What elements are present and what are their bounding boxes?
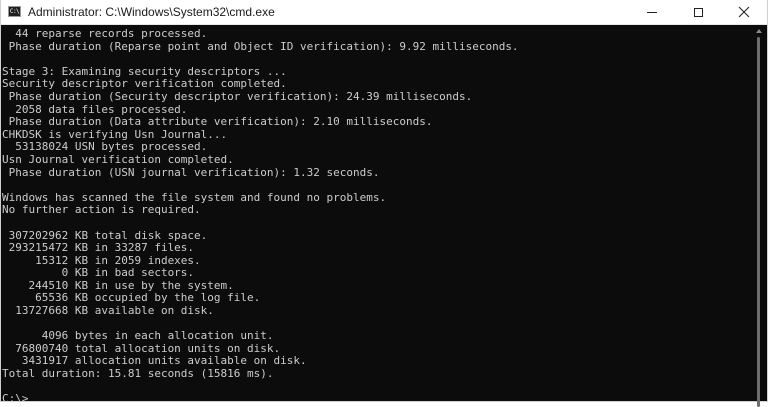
console-line: Total duration: 15.81 seconds (15816 ms)…: [2, 367, 274, 381]
close-icon: [738, 6, 750, 18]
console-line: 293215472 KB in 33287 files.: [2, 241, 195, 255]
console-output[interactable]: 44 reparse records processed. Phase dura…: [1, 25, 753, 401]
console-line: Phase duration (USN journal verification…: [2, 165, 380, 179]
console-line: Security descriptor verification complet…: [2, 77, 287, 91]
close-button[interactable]: [721, 0, 767, 24]
console-line: Phase duration (Security descriptor veri…: [2, 89, 473, 103]
console-line: 2058 data files processed.: [2, 102, 188, 116]
minimize-icon: [647, 11, 657, 13]
console-line: 4096 bytes in each allocation unit.: [2, 329, 274, 343]
console-line: No further action is required.: [2, 203, 201, 217]
scrollbar-thumb[interactable]: [757, 37, 760, 407]
console-line: 53138024 USN bytes processed.: [2, 140, 208, 154]
console-line: Phase duration (Data attribute verificat…: [2, 115, 433, 129]
minimize-button[interactable]: [629, 0, 675, 24]
console-line: 13727668 KB available on disk.: [2, 304, 214, 318]
console-line: 15312 KB in 2059 indexes.: [2, 253, 201, 267]
console-line: 3431917 allocation units available on di…: [2, 354, 307, 368]
maximize-icon: [693, 7, 703, 17]
window-title: Administrator: C:\Windows\System32\cmd.e…: [28, 5, 275, 19]
console-line: Windows has scanned the file system and …: [2, 190, 387, 204]
maximize-button[interactable]: [675, 0, 721, 24]
command-prompt: C:\>: [2, 392, 29, 401]
cmd-window: C:\ Administrator: C:\Windows\System32\c…: [0, 0, 768, 407]
console-line: Stage 3: Examining security descriptors …: [2, 64, 287, 78]
console-line: CHKDSK is verifying Usn Journal...: [2, 127, 228, 141]
console-text: 44 reparse records processed. Phase dura…: [1, 25, 753, 401]
cmd-app-icon[interactable]: C:\: [8, 6, 21, 17]
console-line: 76800740 total allocation units on disk.: [2, 341, 281, 355]
console-line: 44 reparse records processed.: [2, 27, 208, 40]
console-line: 244510 KB in use by the system.: [2, 278, 234, 292]
scroll-up-arrow-icon[interactable]: [756, 29, 762, 33]
console-line: 65536 KB occupied by the log file.: [2, 291, 261, 305]
console-line: Phase duration (Reparse point and Object…: [2, 39, 519, 53]
vertical-scrollbar[interactable]: [752, 25, 766, 407]
console-line: 307202962 KB total disk space.: [2, 228, 208, 242]
console-line: 0 KB in bad sectors.: [2, 266, 195, 280]
console-line: Usn Journal verification completed.: [2, 152, 234, 166]
title-bar[interactable]: C:\ Administrator: C:\Windows\System32\c…: [1, 0, 767, 25]
